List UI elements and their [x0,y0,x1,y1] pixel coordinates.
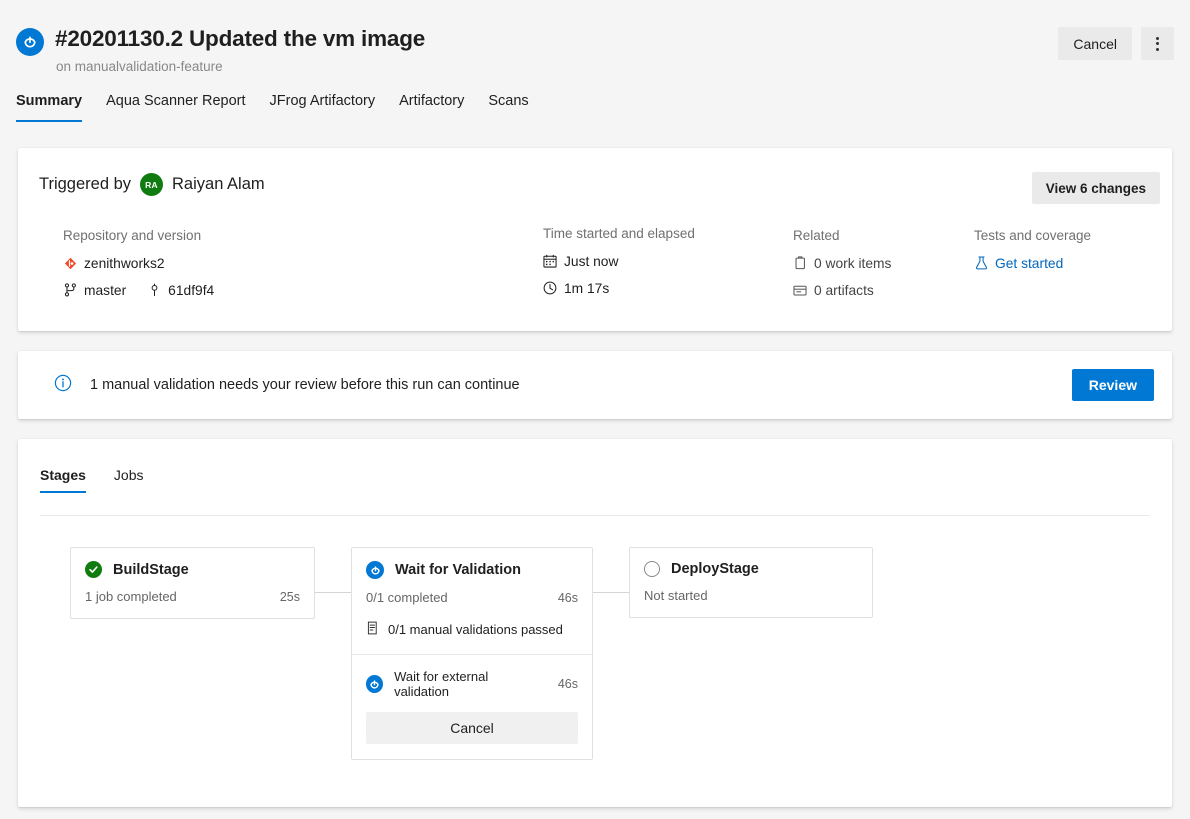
column-related-heading: Related [793,228,891,243]
info-icon [54,374,72,397]
column-time: Time started and elapsed Just now [543,226,695,299]
stages-card: Stages Jobs BuildStage 1 job completed [18,439,1172,807]
run-tabs: Summary Aqua Scanner Report JFrog Artifa… [16,92,541,122]
stage-checks-row[interactable]: 0/1 manual validations passed [352,619,592,654]
approval-row[interactable]: Wait for external validation 46s [352,655,592,712]
tab-jobs[interactable]: Jobs [100,467,158,493]
stage-meta-wait-for-validation: 0/1 completed 46s [352,579,592,619]
beaker-icon [974,256,988,270]
branch-icon [63,283,77,297]
column-time-heading: Time started and elapsed [543,226,695,241]
time-started-row: Just now [543,250,695,272]
triggered-by-label: Triggered by [39,175,131,194]
calendar-icon [543,254,557,268]
checklist-icon [366,621,379,638]
empty-circle-icon [644,561,660,577]
column-repository: Repository and version zenithworks2 [63,228,214,301]
stage-status-buildstage: 1 job completed [85,589,177,604]
artifacts-row[interactable]: 0 artifacts [793,279,891,301]
stage-duration-wait-for-validation: 46s [558,591,578,605]
view-changes-button[interactable]: View 6 changes [1032,172,1160,204]
stage-card-wait-for-validation[interactable]: Wait for Validation 0/1 completed 46s 0/… [351,547,593,760]
work-items-row[interactable]: 0 work items [793,252,891,274]
approval-cancel-button[interactable]: Cancel [366,712,578,744]
commit-hash[interactable]: 61df9f4 [168,283,214,298]
stage-header-deploystage: DeployStage [630,548,872,577]
approval-label: Wait for external validation [394,669,539,699]
repository-name: zenithworks2 [84,256,165,271]
time-started-value: Just now [564,254,618,269]
time-elapsed-row: 1m 17s [543,277,695,299]
manual-validation-banner: 1 manual validation needs your review be… [18,351,1172,419]
stage-meta-deploystage: Not started [630,577,872,617]
run-summary-card: Triggered by RA Raiyan Alam View 6 chang… [18,148,1172,331]
stage-connector-1 [315,592,351,593]
banner-message: 1 manual validation needs your review be… [90,377,520,393]
stages-graph: BuildStage 1 job completed 25s [18,527,1172,807]
more-actions-button[interactable] [1141,27,1174,60]
stage-status-deploystage: Not started [644,588,708,603]
triggered-by-row: Triggered by RA Raiyan Alam [39,173,265,196]
artifacts-value: 0 artifacts [814,283,874,298]
stages-subnav: Stages Jobs [40,467,158,493]
column-tests-heading: Tests and coverage [974,228,1091,243]
tab-stages[interactable]: Stages [40,467,100,493]
pipeline-waiting-icon [366,561,384,579]
pipeline-waiting-icon [16,28,44,56]
check-circle-icon [85,561,102,578]
more-vertical-icon [1156,37,1159,51]
stage-name-deploystage: DeployStage [671,561,759,577]
stage-header-wait-for-validation: Wait for Validation [352,548,592,579]
stage-duration-buildstage: 25s [280,590,300,604]
review-button[interactable]: Review [1072,369,1154,401]
column-repository-heading: Repository and version [63,228,214,243]
tab-scans[interactable]: Scans [476,92,540,122]
stages-subnav-divider [40,515,1150,516]
triggered-by-name[interactable]: Raiyan Alam [172,175,265,194]
work-items-value: 0 work items [814,256,891,271]
tab-jfrog-artifactory[interactable]: JFrog Artifactory [258,92,388,122]
stage-name-buildstage: BuildStage [113,562,189,578]
branch-name[interactable]: master [84,283,126,298]
repository-row[interactable]: zenithworks2 [63,252,214,274]
tab-aqua-scanner-report[interactable]: Aqua Scanner Report [94,92,257,122]
run-status-icon-wrap [16,28,44,56]
stage-card-buildstage[interactable]: BuildStage 1 job completed 25s [70,547,315,619]
stage-checks-label: 0/1 manual validations passed [388,622,563,637]
column-related: Related 0 work items [793,228,891,301]
avatar: RA [140,173,163,196]
tab-summary[interactable]: Summary [16,92,94,122]
page-header: #20201130.2 Updated the vm image on manu… [0,0,1190,88]
stage-name-wait-for-validation: Wait for Validation [395,562,521,578]
commit-wrap: 61df9f4 [147,283,214,298]
stage-status-wait-for-validation: 0/1 completed [366,590,448,605]
time-elapsed-value: 1m 17s [564,281,609,296]
tests-get-started-link[interactable]: Get started [995,256,1063,271]
artifact-icon [793,283,807,297]
tests-get-started-row[interactable]: Get started [974,252,1091,274]
banner-content: 1 manual validation needs your review be… [54,351,520,419]
stage-card-deploystage[interactable]: DeployStage Not started [629,547,873,618]
stage-connector-2 [593,592,629,593]
azure-repos-icon [63,256,77,270]
pipeline-waiting-icon [366,675,383,693]
commit-icon [147,283,161,297]
approval-duration: 46s [558,677,578,691]
cancel-run-button[interactable]: Cancel [1058,27,1132,60]
tab-artifactory[interactable]: Artifactory [387,92,476,122]
stage-meta-buildstage: 1 job completed 25s [71,578,314,618]
work-item-icon [793,256,807,270]
stage-header-buildstage: BuildStage [71,548,314,578]
pipeline-run-page: #20201130.2 Updated the vm image on manu… [0,0,1190,819]
page-title: #20201130.2 Updated the vm image [55,26,425,52]
column-tests: Tests and coverage Get started [974,228,1091,274]
clock-icon [543,281,557,295]
run-branch-subtitle: on manualvalidation-feature [56,59,223,74]
branch-commit-row: master 61df9f4 [63,279,214,301]
